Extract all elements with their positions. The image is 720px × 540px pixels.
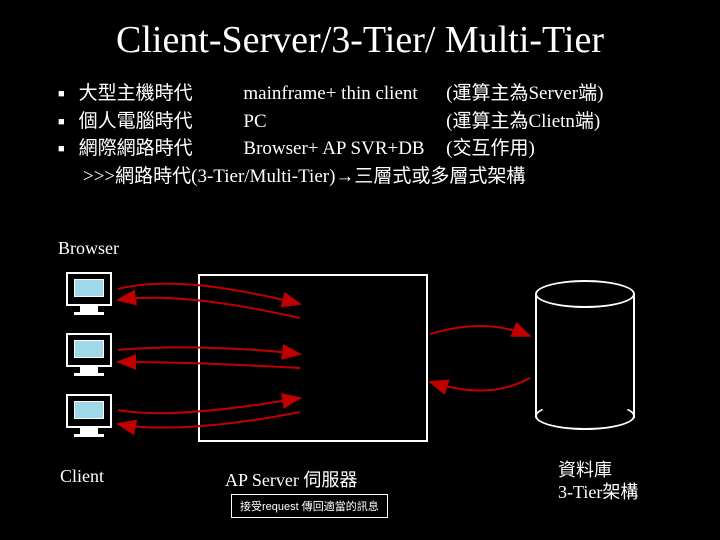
- era-cell: 大型主機時代: [79, 80, 239, 108]
- bullet-icon: ■: [58, 115, 65, 131]
- ap-server-label: AP Server 伺服器: [225, 466, 357, 492]
- tier-label: 3-Tier架構: [558, 478, 638, 504]
- bullet-row: ■ 大型主機時代 mainframe+ thin client (運算主為Ser…: [58, 80, 720, 108]
- client-label: Client: [60, 466, 104, 487]
- note-cell: (運算主為Clietn端): [446, 108, 600, 136]
- note-cell: (運算主為Server端): [446, 80, 603, 108]
- monitor-icon: [66, 394, 112, 436]
- architecture-diagram: Browser Client AP Server 伺服器 資料庫 3-Tier架…: [0, 238, 720, 518]
- note-cell: (交互作用): [446, 135, 535, 163]
- era-cell: 網際網路時代: [79, 135, 239, 163]
- page-title: Client-Server/3-Tier/ Multi-Tier: [0, 0, 720, 62]
- tech-cell: PC: [243, 108, 441, 136]
- tech-cell: mainframe+ thin client: [243, 80, 441, 108]
- bullet-list: ■ 大型主機時代 mainframe+ thin client (運算主為Ser…: [58, 80, 720, 190]
- bullet-continuation: >>>網路時代(3-Tier/Multi-Tier)→三層式或多層式架構: [83, 163, 720, 191]
- bullet-icon: ■: [58, 142, 65, 158]
- monitor-icon: [66, 272, 112, 314]
- database-icon: [535, 280, 635, 430]
- browser-label: Browser: [58, 238, 119, 259]
- era-cell: 個人電腦時代: [79, 108, 239, 136]
- ap-server-box: [198, 274, 428, 442]
- bullet-row: ■ 個人電腦時代 PC (運算主為Clietn端): [58, 108, 720, 136]
- bullet-icon: ■: [58, 87, 65, 103]
- bullet-row: ■ 網際網路時代 Browser+ AP SVR+DB (交互作用): [58, 135, 720, 163]
- monitor-icon: [66, 333, 112, 375]
- tech-cell: Browser+ AP SVR+DB: [243, 135, 441, 163]
- caption-box: 接受request 傳回適當的訊息: [231, 494, 388, 518]
